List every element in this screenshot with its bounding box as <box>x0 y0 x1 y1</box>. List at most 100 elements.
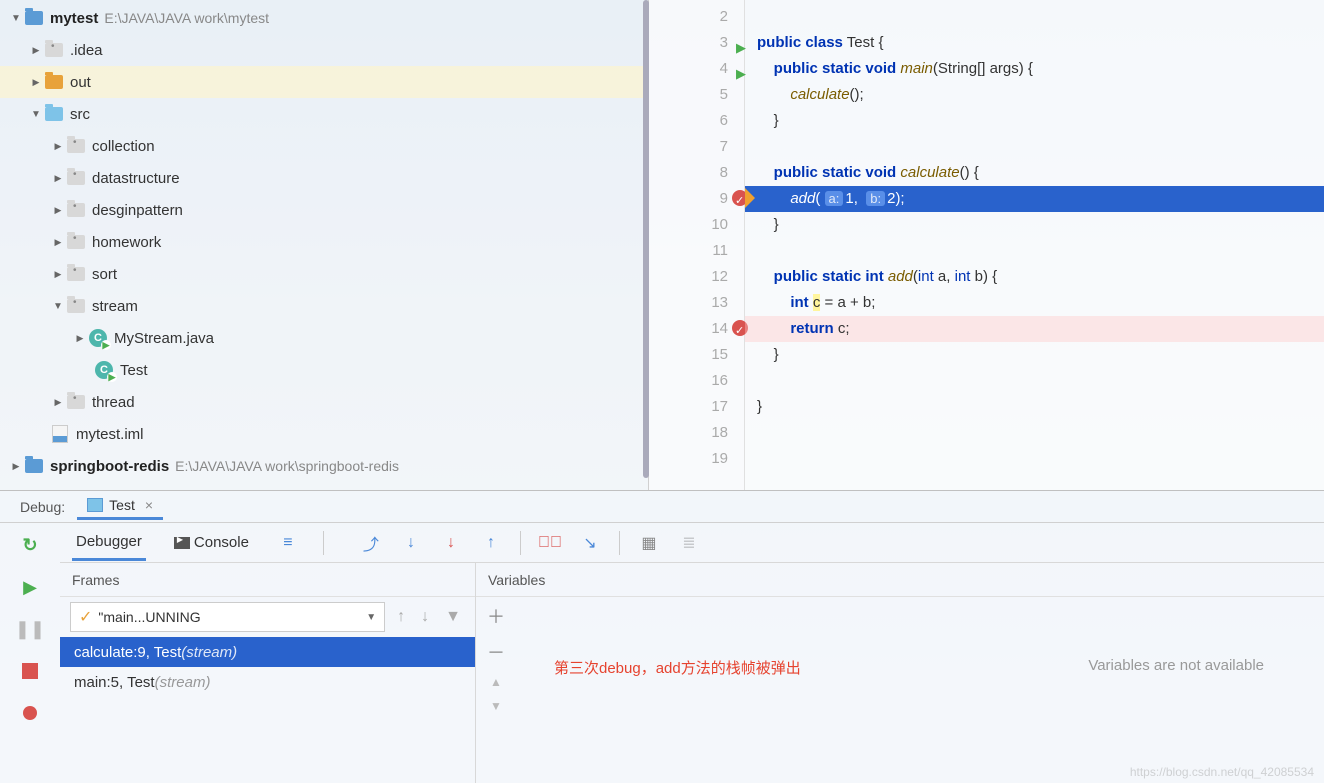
code-editor[interactable]: 2 3▶ 4▶ 5 6 7 8 9 10 11 12 13 14 15 16 1… <box>648 0 1324 490</box>
annotation-text: 第三次debug，add方法的栈帧被弹出 <box>554 657 801 678</box>
evaluate-expression-icon[interactable]: ▦ <box>638 532 660 554</box>
chevron-right-icon[interactable] <box>50 394 66 410</box>
variables-pane: Variables ＋ － ▲ ▼ 第三次debug，add方法的栈帧被弹出 V… <box>476 563 1324 783</box>
tree-pkg-desginpattern[interactable]: desginpattern <box>0 194 648 226</box>
pause-button[interactable]: ❚❚ <box>16 615 44 643</box>
line-number: 7 <box>649 134 744 160</box>
chevron-right-icon[interactable] <box>28 42 44 58</box>
debug-label: Debug: <box>20 499 65 515</box>
chevron-right-icon[interactable] <box>50 170 66 186</box>
debug-tab-bar: Debug: Test × <box>0 491 1324 523</box>
package-icon <box>66 201 86 219</box>
line-number: 13 <box>649 290 744 316</box>
iml-file-icon <box>50 425 70 443</box>
close-icon[interactable]: × <box>145 497 153 513</box>
chevron-right-icon[interactable] <box>28 74 44 90</box>
folder-icon <box>44 73 64 91</box>
chevron-right-icon[interactable] <box>50 266 66 282</box>
debug-panel: Debug: Test × ↻ ▶ ❚❚ Debugger Console ≡ … <box>0 490 1324 783</box>
tree-folder-out[interactable]: out <box>0 66 648 98</box>
tree-pkg-thread[interactable]: thread <box>0 386 648 418</box>
line-number: 15 <box>649 342 744 368</box>
line-number: 8 <box>649 160 744 186</box>
line-number: 14 <box>649 316 744 342</box>
line-number: 9 <box>649 186 744 212</box>
tree-pkg-stream[interactable]: stream <box>0 290 648 322</box>
console-icon <box>174 537 190 549</box>
tree-file-test[interactable]: CTest <box>0 354 648 386</box>
thread-selector[interactable]: ✓ "main...UNNING ▼ <box>70 602 385 632</box>
debug-session-tab[interactable]: Test × <box>77 493 163 520</box>
line-number: 6 <box>649 108 744 134</box>
package-icon <box>66 297 86 315</box>
chevron-right-icon[interactable] <box>72 330 88 346</box>
view-breakpoints-button[interactable] <box>16 699 44 727</box>
code-content[interactable]: public class Test { public static void m… <box>745 0 1324 490</box>
line-number: 5 <box>649 82 744 108</box>
tree-pkg-datastructure[interactable]: datastructure <box>0 162 648 194</box>
package-icon <box>66 265 86 283</box>
line-number: 3▶ <box>649 30 744 56</box>
force-step-into-icon[interactable]: ↓ <box>440 532 462 554</box>
stack-frame[interactable]: main:5, Test (stream) <box>60 667 475 697</box>
line-number: 17 <box>649 394 744 420</box>
frames-pane: Frames ✓ "main...UNNING ▼ ↑ ↓ ▼ calculat… <box>60 563 476 783</box>
run-to-cursor-icon[interactable]: ↘ <box>579 532 601 554</box>
tree-pkg-homework[interactable]: homework <box>0 226 648 258</box>
chevron-right-icon[interactable] <box>50 234 66 250</box>
execution-line: add( a:1, b:2); <box>745 186 1324 212</box>
line-number: 19 <box>649 446 744 472</box>
package-icon <box>66 233 86 251</box>
chevron-down-icon: ▼ <box>366 612 376 623</box>
stack-frame[interactable]: calculate:9, Test (stream) <box>60 637 475 667</box>
line-number: 4▶ <box>649 56 744 82</box>
line-number: 2 <box>649 4 744 30</box>
class-icon: C <box>94 361 114 379</box>
trace-current-stream-chain-icon[interactable]: ≣ <box>678 532 700 554</box>
tree-project-mytest[interactable]: mytest E:\JAVA\JAVA work\mytest <box>0 2 648 34</box>
next-frame-icon[interactable]: ↓ <box>417 604 433 630</box>
chevron-down-icon[interactable] <box>8 10 24 26</box>
step-over-icon[interactable]: ⤴ <box>360 532 382 554</box>
show-threads-icon[interactable]: ≡ <box>277 532 299 554</box>
tree-file-mystream[interactable]: CMyStream.java <box>0 322 648 354</box>
stop-button[interactable] <box>16 657 44 685</box>
debug-toolbar: Debugger Console ≡ ⤴ ↓ ↓ ↑ ✕⃞ ↘ ▦ ≣ <box>60 523 1324 563</box>
line-number: 18 <box>649 420 744 446</box>
rerun-button[interactable]: ↻ <box>16 531 44 559</box>
project-name: mytest <box>50 10 98 27</box>
resume-button[interactable]: ▶ <box>16 573 44 601</box>
chevron-down-icon[interactable] <box>50 298 66 314</box>
tree-pkg-sort[interactable]: sort <box>0 258 648 290</box>
folder-icon <box>44 41 64 59</box>
line-gutter[interactable]: 2 3▶ 4▶ 5 6 7 8 9 10 11 12 13 14 15 16 1… <box>649 0 745 490</box>
chevron-right-icon[interactable] <box>8 458 24 474</box>
package-icon <box>66 393 86 411</box>
debugger-tab[interactable]: Debugger <box>72 525 146 561</box>
step-out-icon[interactable]: ↑ <box>480 532 502 554</box>
step-into-icon[interactable]: ↓ <box>400 532 422 554</box>
frames-list[interactable]: calculate:9, Test (stream) main:5, Test … <box>60 637 475 783</box>
check-icon: ✓ <box>79 607 92 627</box>
drop-frame-icon[interactable]: ✕⃞ <box>539 532 561 554</box>
variables-empty-message: Variables are not available <box>1088 657 1264 674</box>
chevron-right-icon[interactable] <box>50 138 66 154</box>
tree-folder-src[interactable]: src <box>0 98 648 130</box>
variables-header: Variables <box>476 563 1324 597</box>
line-number: 16 <box>649 368 744 394</box>
tree-folder-idea[interactable]: .idea <box>0 34 648 66</box>
line-number: 10 <box>649 212 744 238</box>
filter-icon[interactable]: ▼ <box>441 604 465 630</box>
tree-project-springboot-redis[interactable]: springboot-redis E:\JAVA\JAVA work\sprin… <box>0 450 648 482</box>
watermark: https://blog.csdn.net/qq_42085534 <box>1130 765 1314 779</box>
chevron-right-icon[interactable] <box>50 202 66 218</box>
project-tree[interactable]: mytest E:\JAVA\JAVA work\mytest .idea ou… <box>0 0 648 490</box>
console-tab[interactable]: Console <box>170 526 253 559</box>
chevron-down-icon[interactable] <box>28 106 44 122</box>
previous-frame-icon[interactable]: ↑ <box>393 604 409 630</box>
tree-pkg-collection[interactable]: collection <box>0 130 648 162</box>
project-path: E:\JAVA\JAVA work\mytest <box>104 10 269 26</box>
application-icon <box>87 498 103 512</box>
tree-file-iml[interactable]: mytest.iml <box>0 418 648 450</box>
frames-header: Frames <box>60 563 475 597</box>
